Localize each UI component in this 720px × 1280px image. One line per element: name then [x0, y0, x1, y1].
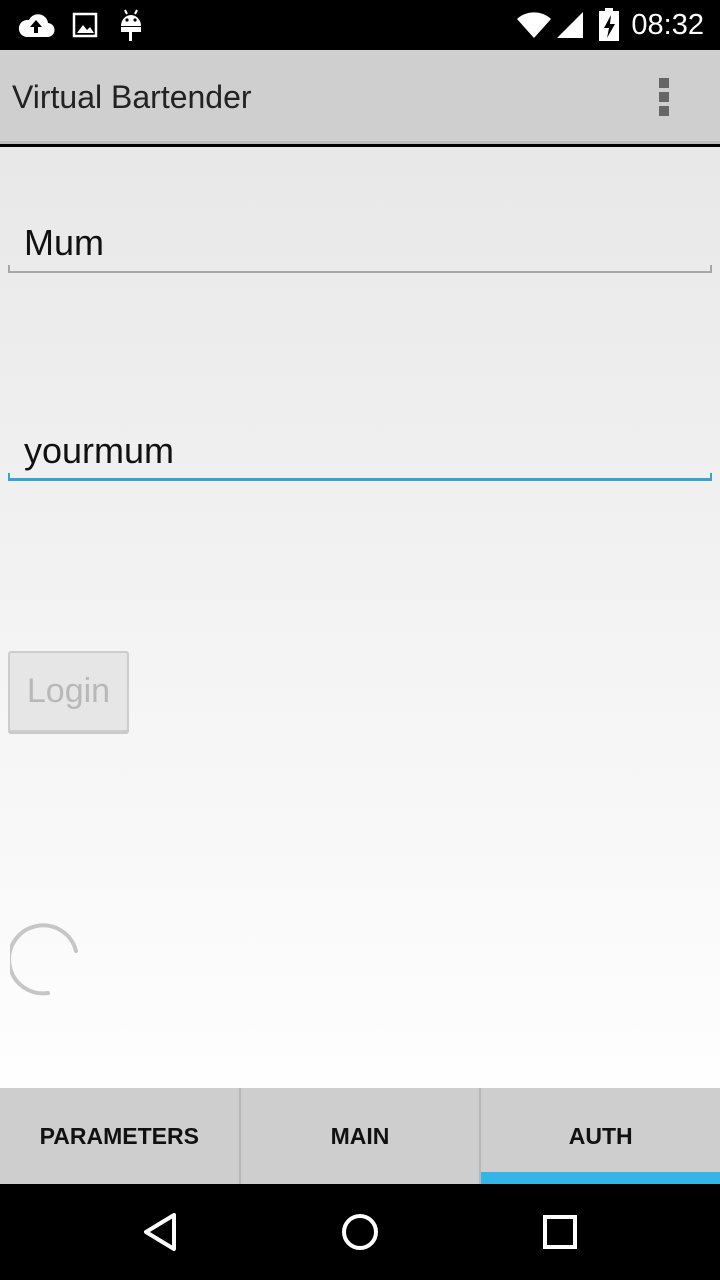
username-underline [8, 265, 712, 273]
tab-main[interactable]: MAIN [238, 1088, 480, 1184]
password-underline [8, 473, 712, 481]
status-bar: 08:32 [0, 0, 720, 50]
tab-auth-label: AUTH [568, 1122, 633, 1149]
image-icon [70, 0, 100, 50]
password-field-container [8, 421, 712, 481]
cloud-upload-icon [16, 0, 56, 50]
recents-icon[interactable] [530, 1202, 590, 1262]
tab-parameters-label: PARAMETERS [39, 1122, 199, 1149]
tab-main-label: MAIN [330, 1122, 390, 1149]
cell-signal-icon [554, 0, 586, 50]
loading-spinner [7, 921, 86, 997]
android-icon [116, 0, 146, 50]
username-field[interactable] [8, 213, 712, 273]
password-field[interactable] [8, 421, 712, 481]
app-title: Virtual Bartender [12, 79, 252, 115]
tab-selected-indicator [481, 1172, 720, 1184]
battery-charging-icon [596, 0, 622, 50]
more-vert-icon [659, 78, 669, 88]
wifi-icon [514, 0, 554, 50]
home-icon[interactable] [330, 1202, 390, 1262]
tab-bar: PARAMETERS MAIN AUTH [0, 1088, 720, 1184]
back-icon[interactable] [130, 1202, 190, 1262]
overflow-menu-button[interactable] [644, 74, 684, 120]
action-bar: Virtual Bartender [0, 50, 720, 144]
auth-content: Login [0, 147, 720, 1088]
clock: 08:32 [631, 9, 704, 41]
tab-auth[interactable]: AUTH [479, 1088, 720, 1184]
tab-parameters[interactable]: PARAMETERS [0, 1088, 239, 1184]
login-button[interactable]: Login [8, 651, 129, 732]
username-field-container [8, 213, 712, 273]
navigation-bar [0, 1184, 720, 1280]
